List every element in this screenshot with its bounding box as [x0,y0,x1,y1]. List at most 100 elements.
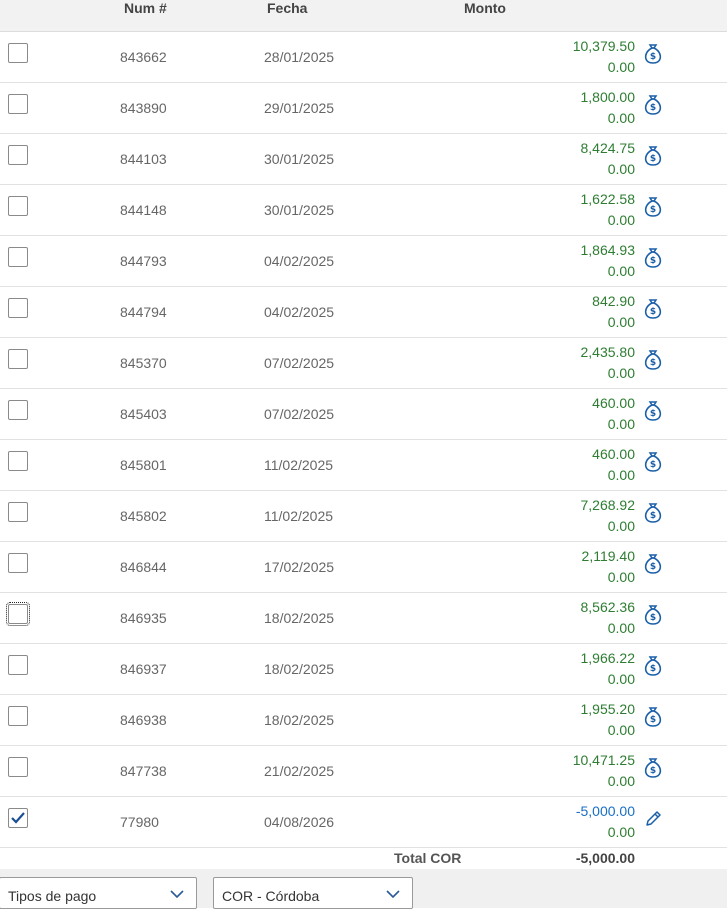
svg-text:$: $ [650,715,656,725]
table-row[interactable]: 846938 18/02/2025 1,955.20 0.00 $ [0,695,727,746]
row-checkbox[interactable] [8,655,28,675]
row-checkbox[interactable] [8,451,28,471]
row-fecha: 04/02/2025 [264,253,335,269]
row-fecha: 18/02/2025 [264,610,335,626]
svg-text:$: $ [650,103,656,113]
row-monto-applied: 0.00 [607,59,635,75]
svg-text:$: $ [650,562,656,572]
row-num: 845370 [120,355,167,371]
row-monto-applied: 0.00 [607,416,635,432]
row-checkbox[interactable] [8,94,28,114]
money-bag-icon[interactable]: $ [644,451,662,473]
row-monto-applied: 0.00 [607,365,635,381]
row-checkbox[interactable] [8,400,28,420]
row-checkbox[interactable] [8,196,28,216]
svg-text:$: $ [650,766,656,776]
row-monto-applied: 0.00 [607,773,635,789]
money-bag-icon[interactable]: $ [644,145,662,167]
row-monto-applied: 0.00 [607,467,635,483]
total-value: -5,000.00 [575,850,635,866]
table-row[interactable]: 844794 04/02/2025 842.90 0.00 $ [0,287,727,338]
row-monto-applied: 0.00 [607,518,635,534]
chevron-down-icon [170,890,184,899]
payment-type-select[interactable]: Tipos de pago [0,877,197,909]
row-fecha: 17/02/2025 [264,559,335,575]
row-checkbox[interactable] [8,298,28,318]
row-monto-amount: 7,268.92 [580,497,636,513]
row-checkbox[interactable] [6,602,30,626]
row-monto-applied: 0.00 [607,161,635,177]
table-row[interactable]: 847738 21/02/2025 10,471.25 0.00 $ [0,746,727,797]
money-bag-icon[interactable]: $ [644,349,662,371]
row-checkbox[interactable] [8,349,28,369]
table-row[interactable]: 843662 28/01/2025 10,379.50 0.00 $ [0,32,727,83]
row-num: 845802 [120,508,167,524]
money-bag-icon[interactable]: $ [644,706,662,728]
table-row[interactable]: 844148 30/01/2025 1,622.58 0.00 $ [0,185,727,236]
svg-text:$: $ [650,460,656,470]
money-bag-icon[interactable]: $ [644,43,662,65]
row-checkbox[interactable] [8,247,28,267]
row-monto-applied: 0.00 [607,314,635,330]
row-num: 846938 [120,712,167,728]
pencil-icon[interactable] [644,808,662,830]
row-num: 843890 [120,100,167,116]
table-row[interactable]: 844103 30/01/2025 8,424.75 0.00 $ [0,134,727,185]
row-fecha: 30/01/2025 [264,202,335,218]
row-num: 847738 [120,763,167,779]
svg-text:$: $ [650,154,656,164]
money-bag-icon[interactable]: $ [644,655,662,677]
row-checkbox[interactable] [8,502,28,522]
row-num: 844148 [120,202,167,218]
row-fecha: 07/02/2025 [264,355,335,371]
row-fecha: 04/02/2025 [264,304,335,320]
row-monto-amount: 10,471.25 [572,752,635,768]
row-checkbox[interactable] [8,808,28,828]
table-header: Num # Fecha Monto [0,0,727,32]
table-row[interactable]: 845370 07/02/2025 2,435.80 0.00 $ [0,338,727,389]
svg-text:$: $ [650,52,656,62]
row-checkbox[interactable] [8,757,28,777]
row-monto-applied: 0.00 [607,569,635,585]
row-num: 844793 [120,253,167,269]
row-monto-applied: 0.00 [607,671,635,687]
money-bag-icon[interactable]: $ [644,247,662,269]
chevron-down-icon [386,890,400,899]
money-bag-icon[interactable]: $ [644,553,662,575]
row-monto-applied: 0.00 [607,722,635,738]
table-row[interactable]: 846844 17/02/2025 2,119.40 0.00 $ [0,542,727,593]
row-checkbox[interactable] [8,706,28,726]
table-row[interactable]: 846937 18/02/2025 1,966.22 0.00 $ [0,644,727,695]
table-row[interactable]: 844793 04/02/2025 1,864.93 0.00 $ [0,236,727,287]
table-row[interactable]: 77980 04/08/2026 -5,000.00 0.00 [0,797,727,848]
row-fecha: 07/02/2025 [264,406,335,422]
column-header-monto[interactable]: Monto [464,0,506,16]
column-header-fecha[interactable]: Fecha [267,0,307,16]
money-bag-icon[interactable]: $ [644,400,662,422]
table-row[interactable]: 845802 11/02/2025 7,268.92 0.00 $ [0,491,727,542]
table-row[interactable]: 845403 07/02/2025 460.00 0.00 $ [0,389,727,440]
table-row[interactable]: 843890 29/01/2025 1,800.00 0.00 $ [0,83,727,134]
money-bag-icon[interactable]: $ [644,94,662,116]
total-label: Total COR [394,850,462,866]
row-monto-amount: 1,800.00 [580,89,636,105]
total-row: Total COR -5,000.00 [0,848,727,868]
table-row[interactable]: 845801 11/02/2025 460.00 0.00 $ [0,440,727,491]
table-row[interactable]: 846935 18/02/2025 8,562.36 0.00 $ [0,593,727,644]
currency-select[interactable]: COR - Córdoba [213,877,413,909]
row-checkbox[interactable] [8,43,28,63]
money-bag-icon[interactable]: $ [644,298,662,320]
row-num: 845403 [120,406,167,422]
money-bag-icon[interactable]: $ [644,196,662,218]
row-checkbox[interactable] [8,553,28,573]
svg-text:$: $ [650,409,656,419]
money-bag-icon[interactable]: $ [644,502,662,524]
row-monto-amount: 460.00 [592,395,635,411]
row-monto-amount: 1,622.58 [580,191,636,207]
money-bag-icon[interactable]: $ [644,757,662,779]
row-checkbox[interactable] [8,145,28,165]
column-header-num[interactable]: Num # [124,0,167,16]
svg-text:$: $ [650,358,656,368]
row-monto-amount: 460.00 [592,446,635,462]
money-bag-icon[interactable]: $ [644,604,662,626]
